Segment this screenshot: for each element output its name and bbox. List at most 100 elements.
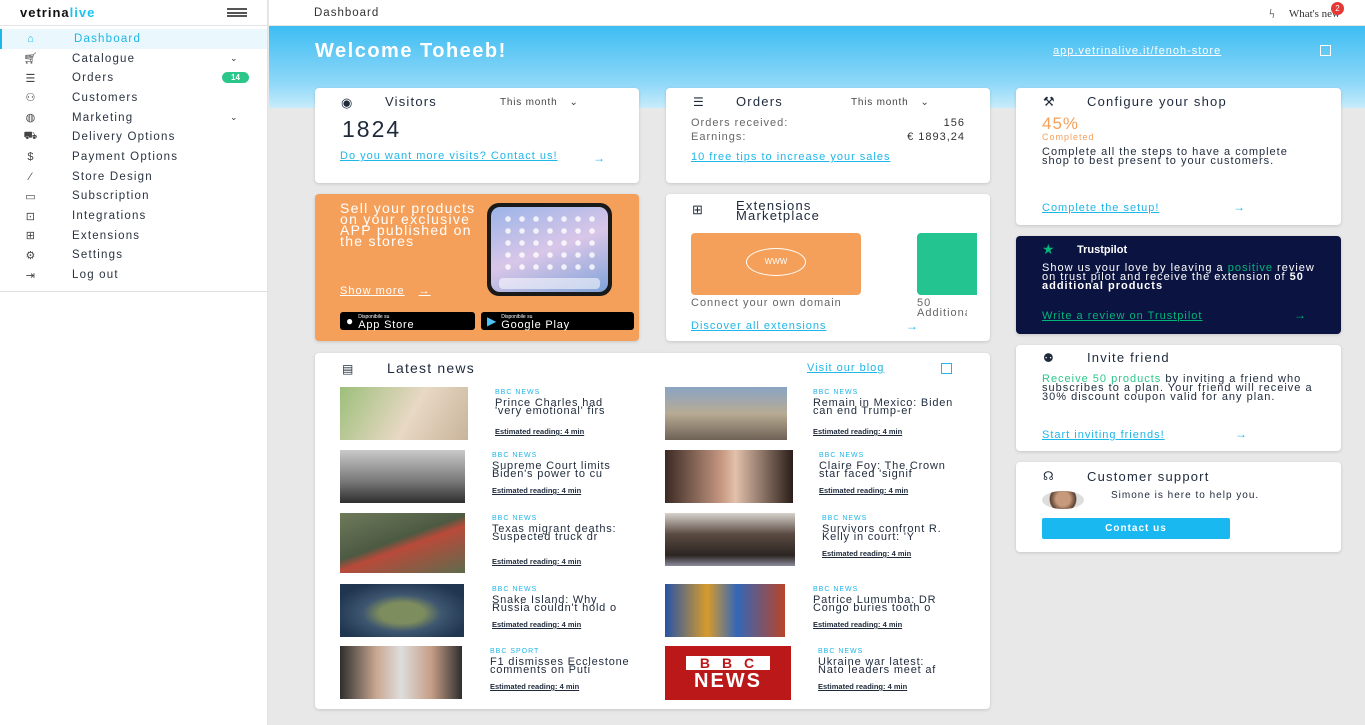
google-play-button[interactable]: ▶ Disponibile su Google Play: [481, 312, 634, 331]
sidebar-item-marketing[interactable]: ◍ Marketing ⌄: [0, 108, 267, 128]
wrench-icon: ⚒: [1043, 94, 1055, 109]
complete-setup-link[interactable]: Complete the setup!: [1042, 202, 1159, 214]
more-visits-link[interactable]: Do you want more visits? Contact us!: [340, 151, 575, 162]
news-item[interactable]: BBC NEWS BBC NEWS Ukraine war latest: Na…: [665, 646, 955, 702]
visitors-card: ◉ Visitors This month ⌄ 1824 Do you want …: [315, 88, 639, 183]
news-headline: Prince Charles had 'very emotional' firs: [495, 397, 606, 417]
orders-period-select[interactable]: This month ⌄: [851, 97, 930, 108]
sidebar-item-dashboard[interactable]: ⌂ Dashboard: [0, 29, 267, 49]
sidebar: vetrinalive ⌂ Dashboard 🛒︎ Catalogue ⌄ ☰ Ord…: [0, 0, 268, 725]
news-source: BBC NEWS: [819, 452, 865, 459]
arrow-right-icon: →: [1235, 427, 1247, 441]
sidebar-item-store-design[interactable]: ⁄ Store Design: [0, 167, 267, 187]
external-link-icon[interactable]: [941, 363, 952, 374]
news-thumbnail: [665, 584, 785, 637]
visitors-period-select[interactable]: This month ⌄: [500, 97, 579, 108]
extensions-icon: ⊞: [25, 230, 37, 243]
brand-logo[interactable]: vetrinalive: [20, 5, 95, 20]
topbar: Dashboard ϟ What's new 2: [269, 0, 1365, 26]
play-icon: ▶: [487, 314, 497, 328]
brand-bar: vetrinalive: [0, 0, 267, 26]
trustpilot-review-link[interactable]: Write a review on Trustpilot: [1042, 310, 1202, 322]
discover-extensions-link[interactable]: Discover all extensions: [691, 320, 827, 332]
sidebar-item-delivery[interactable]: ⛟ Delivery Options: [0, 127, 267, 147]
invite-friend-card: ⚉ Invite friend Receive 50 products by i…: [1016, 345, 1341, 451]
app-store-button[interactable]: ● Disponibile su App Store: [340, 312, 475, 331]
sidebar-item-extensions[interactable]: ⊞ Extensions: [0, 226, 267, 246]
support-text: Simone is here to help you.: [1111, 490, 1260, 501]
show-more-label: Show more: [340, 285, 405, 297]
news-reading-time: Estimated reading: 4 min: [492, 620, 582, 629]
sidebar-item-settings[interactable]: ⚙ Settings: [0, 246, 267, 266]
sidebar-item-label: Payment Options: [72, 150, 179, 163]
sidebar-item-catalogue[interactable]: 🛒︎ Catalogue ⌄: [0, 49, 267, 69]
news-item[interactable]: BBC SPORT F1 dismisses Ecclestone commen…: [340, 646, 630, 702]
contact-us-button[interactable]: Contact us: [1042, 518, 1230, 539]
news-source: BBC NEWS: [492, 586, 538, 593]
latest-news-card: ▤ Latest news Visit our blog BBC NEWS Pr…: [315, 353, 990, 709]
configure-percent: 45%: [1042, 114, 1080, 133]
news-item[interactable]: BBC NEWS Patrice Lumumba: DR Congo burie…: [665, 584, 955, 640]
configure-title: Configure your shop: [1087, 94, 1227, 109]
puzzle-icon: ⊡: [25, 210, 37, 223]
visit-blog-link[interactable]: Visit our blog: [807, 362, 884, 374]
orders-title: Orders: [736, 94, 783, 109]
menu-toggle-icon[interactable]: [227, 8, 247, 17]
sidebar-item-payment[interactable]: $ Payment Options: [0, 147, 267, 167]
news-item[interactable]: BBC NEWS Survivors confront R. Kelly in …: [665, 513, 955, 569]
chevron-down-icon: ⌄: [569, 97, 579, 108]
orders-card: ☰ Orders This month ⌄ Orders received: 15…: [666, 88, 990, 183]
news-item[interactable]: BBC NEWS Supreme Court limits Biden's po…: [340, 450, 630, 506]
news-item[interactable]: BBC NEWS Claire Foy: The Crown star face…: [665, 450, 955, 506]
truck-icon: ⛟: [23, 130, 39, 143]
sidebar-item-orders[interactable]: ☰ Orders 14: [0, 68, 267, 88]
start-inviting-link[interactable]: Start inviting friends!: [1042, 429, 1165, 441]
orders-received-label: Orders received:: [691, 117, 789, 129]
news-headline: Snake Island: Why Russia couldn't hold o: [492, 594, 617, 614]
external-link-icon[interactable]: [1320, 45, 1331, 56]
products-tile-label: 50 Additional Produ: [917, 298, 967, 318]
news-item[interactable]: BBC NEWS Snake Island: Why Russia couldn…: [340, 584, 630, 640]
sidebar-item-subscription[interactable]: ▭ Subscription: [0, 187, 267, 207]
news-thumbnail: [665, 450, 793, 503]
news-source: BBC NEWS: [492, 452, 538, 459]
news-headline: Remain in Mexico: Biden can end Trump-er: [813, 397, 954, 417]
orders-received-value: 156: [943, 117, 965, 129]
app-store-label: Disponibile su App Store: [358, 313, 415, 331]
free-tips-link[interactable]: 10 free tips to increase your sales: [691, 152, 951, 163]
news-headline: Supreme Court limits Biden's power to cu: [492, 460, 611, 480]
whats-new-button[interactable]: ϟ What's new 2: [1269, 2, 1344, 22]
news-item[interactable]: BBC NEWS Texas migrant deaths: Suspected…: [340, 513, 630, 573]
chevron-down-icon: ⌄: [230, 53, 239, 64]
notification-badge: 2: [1331, 2, 1344, 15]
products-extension-tile[interactable]: [917, 233, 977, 295]
domain-extension-tile[interactable]: WWW: [691, 233, 861, 295]
news-title: Latest news: [387, 360, 475, 376]
newspaper-icon: ▤: [342, 362, 354, 376]
extensions-icon: ⊞: [692, 202, 703, 217]
apple-icon: ●: [346, 314, 354, 328]
news-headline: Survivors confront R. Kelly in court: 'Y: [822, 523, 942, 543]
news-source: BBC NEWS: [813, 586, 859, 593]
news-source: BBC NEWS: [495, 389, 541, 396]
news-item[interactable]: BBC NEWS Remain in Mexico: Biden can end…: [665, 387, 955, 443]
show-more-link[interactable]: Show more →: [340, 285, 431, 297]
headphones-icon: ☊: [1043, 469, 1054, 483]
news-thumbnail: [340, 387, 468, 440]
sidebar-item-customers[interactable]: ⚇ Customers: [0, 88, 267, 108]
sidebar-item-logout[interactable]: ⇥ Log out: [0, 265, 267, 285]
sidebar-item-label: Catalogue: [72, 52, 136, 65]
trustpilot-card: ★ Trustpilot Show us your love by leavin…: [1016, 236, 1341, 334]
news-item[interactable]: BBC NEWS Prince Charles had 'very emotio…: [340, 387, 630, 443]
app-store-text: App Store: [358, 319, 415, 331]
sidebar-item-label: Dashboard: [74, 32, 142, 45]
news-headline: Texas migrant deaths: Suspected truck dr: [492, 523, 617, 543]
arrow-right-icon: →: [418, 285, 431, 297]
sidebar-item-integrations[interactable]: ⊡ Integrations: [0, 206, 267, 226]
domain-tile-badge-text: WWW: [764, 257, 788, 266]
news-reading-time: Estimated reading: 4 min: [492, 557, 582, 566]
store-link[interactable]: app.vetrinalive.it/fenoh-store: [1053, 45, 1221, 57]
configure-text: Complete all the steps to have a complet…: [1042, 146, 1288, 167]
sidebar-item-label: Delivery Options: [72, 131, 176, 144]
news-thumbnail: [665, 387, 787, 440]
